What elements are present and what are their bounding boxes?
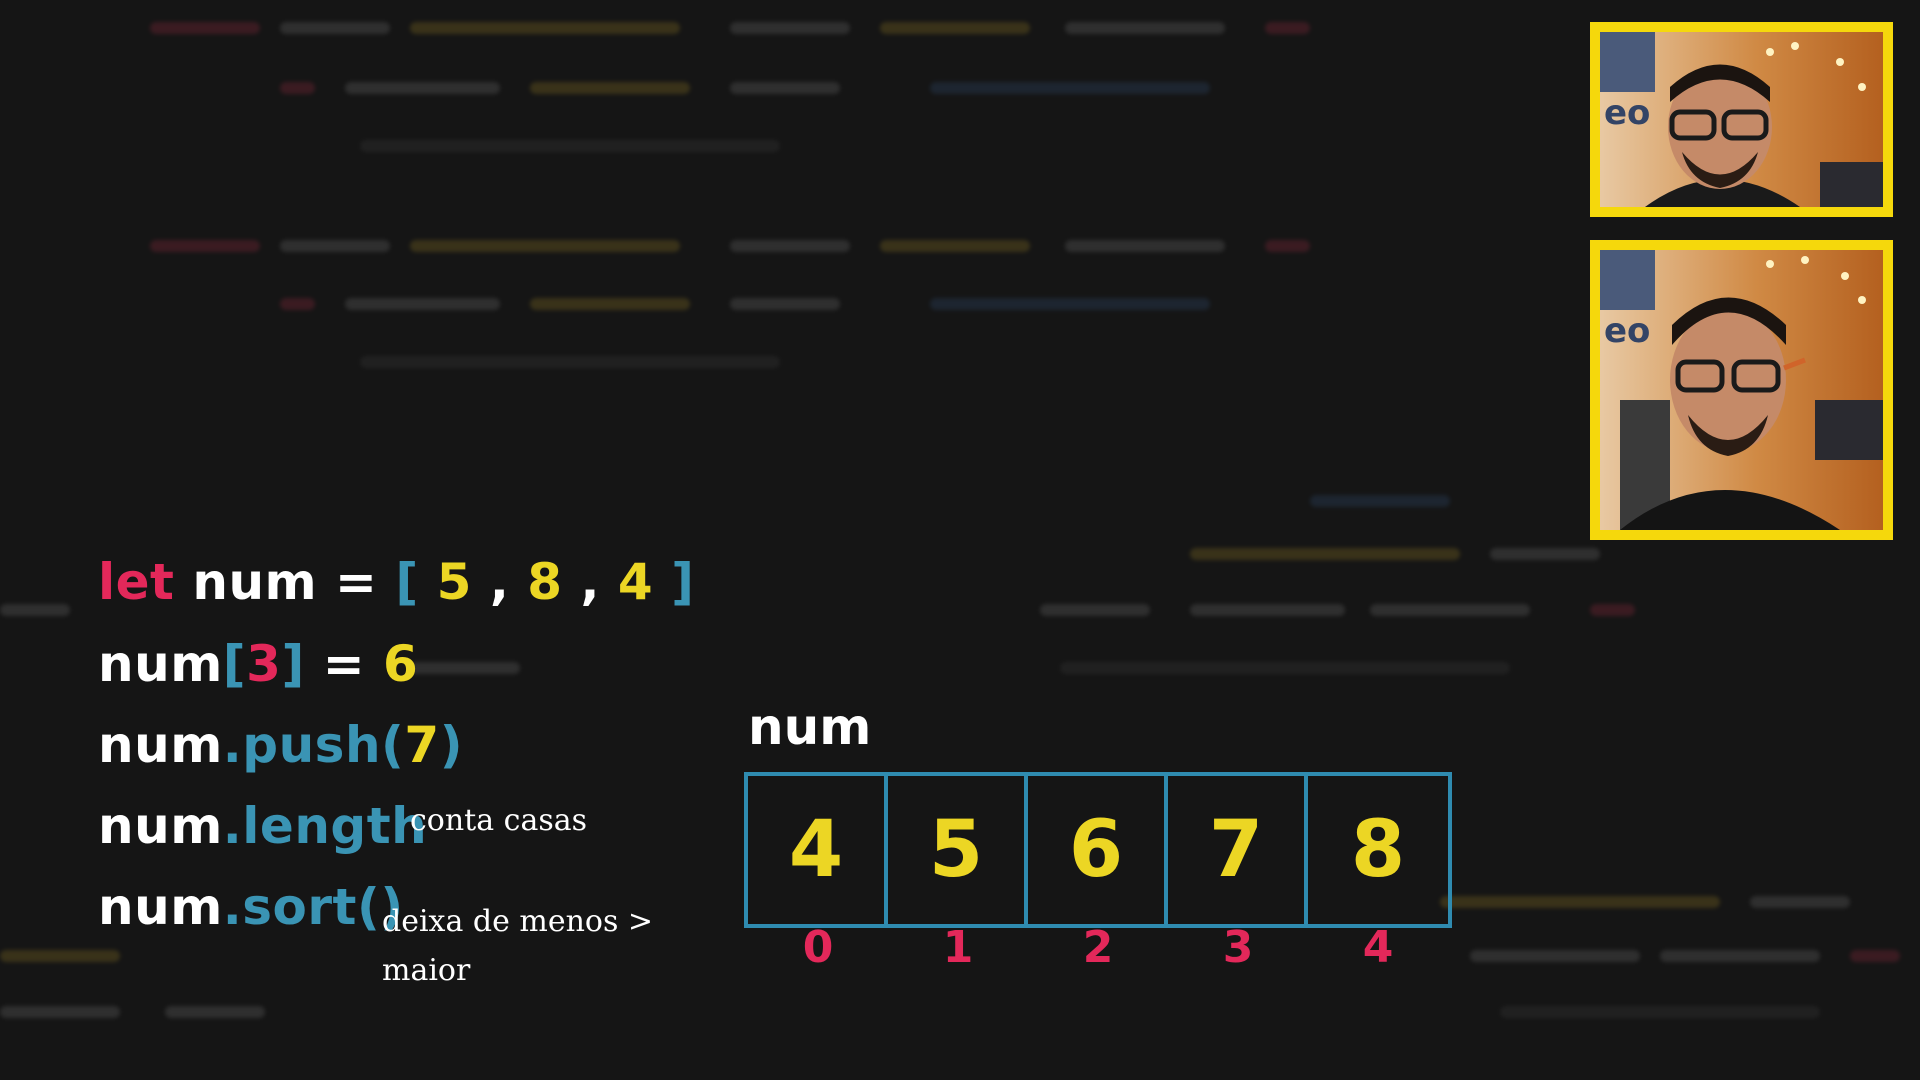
array-cell: 5 [888, 776, 1028, 924]
equals-sign: = [304, 635, 384, 693]
array-index: 4 [1362, 922, 1394, 973]
array-literal-value: 8 [527, 553, 563, 611]
comment-sort: deixa de menos > maior [382, 897, 653, 995]
comment-length: conta casas [410, 803, 588, 838]
variable-name: num [98, 878, 223, 936]
bracket-close: ] [653, 553, 695, 611]
push-argument: 7 [404, 716, 440, 774]
array-index-row: 0 1 2 3 4 [748, 922, 1448, 973]
presenter-image: eo [1600, 250, 1883, 530]
bracket-close: ] [281, 635, 305, 693]
array-boxes: 4 5 6 7 8 [744, 772, 1452, 928]
separator: , [562, 553, 618, 611]
presenter-camera-bottom: eo [1590, 240, 1893, 540]
svg-text:eo: eo [1604, 93, 1650, 133]
code-line-length: num.length [98, 797, 427, 855]
variable-name: num [98, 797, 223, 855]
array-literal-value: 5 [436, 553, 472, 611]
assigned-value: 6 [383, 635, 419, 693]
array-cell: 6 [1028, 776, 1168, 924]
array-cell: 7 [1168, 776, 1308, 924]
comment-sort-line-2: maior [382, 953, 471, 988]
array-literal-value: 4 [617, 553, 654, 611]
method-length: .length [222, 797, 428, 855]
array-cell: 8 [1350, 805, 1406, 895]
array-index: 3 [1222, 922, 1254, 973]
svg-text:eo: eo [1604, 311, 1650, 351]
method-sort: .sort() [222, 878, 404, 936]
comment-sort-line-1: deixa de menos > [382, 904, 654, 939]
code-line-sort: num.sort() [98, 878, 404, 936]
array-cell: 4 [748, 776, 888, 924]
presenter-image: eo [1600, 32, 1883, 207]
array-index: 0 [802, 922, 834, 973]
paren-close: ) [439, 716, 464, 774]
code-line-declaration: let num = [ 5 , 8 , 4 ] [98, 553, 694, 611]
keyword-let: let [98, 553, 175, 611]
variable-name: num [98, 635, 223, 693]
presenter-camera-top: eo [1590, 22, 1893, 217]
method-push: .push( [222, 716, 405, 774]
array-index: 1 [942, 922, 974, 973]
bracket-open: [ [222, 635, 247, 693]
code-line-push: num.push(7) [98, 716, 463, 774]
separator: , [471, 553, 528, 611]
array-label: num [748, 698, 872, 756]
array-index: 2 [1082, 922, 1114, 973]
code-line-index-assign: num[3] = 6 [98, 635, 418, 693]
bracket-open: [ [395, 553, 437, 611]
variable-name: num [98, 716, 223, 774]
variable-assign: num = [174, 553, 396, 611]
index-value: 3 [246, 635, 282, 693]
